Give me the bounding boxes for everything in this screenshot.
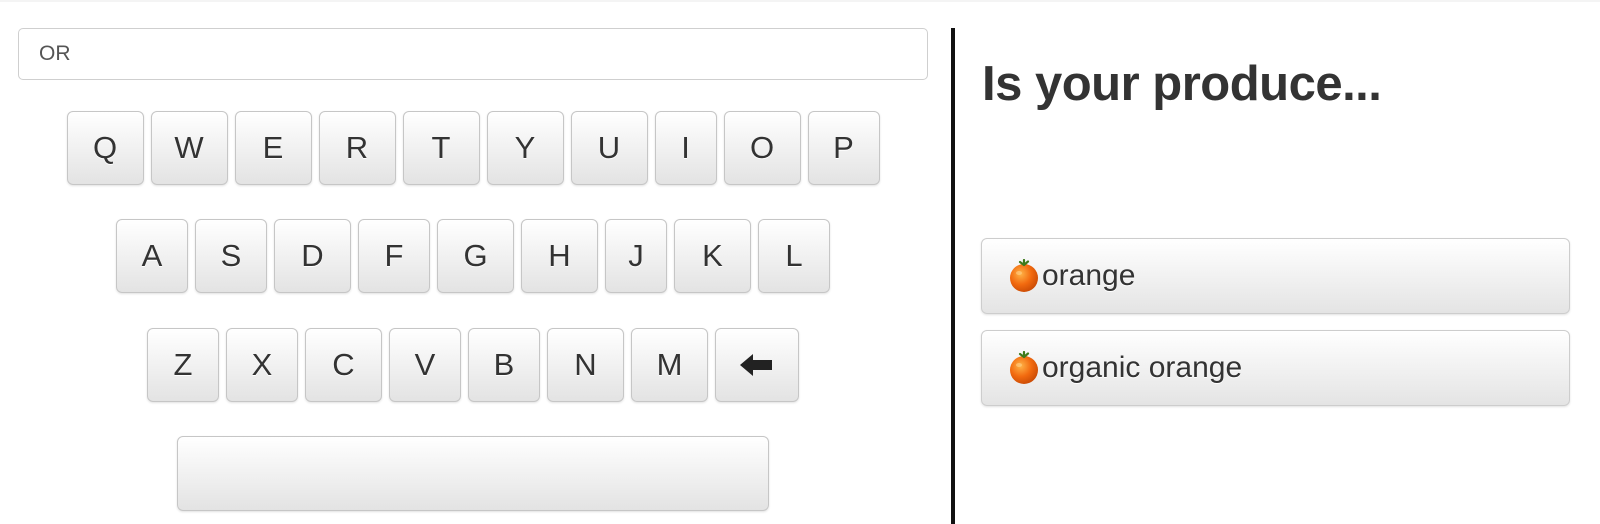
key-w[interactable]: W — [150, 111, 228, 185]
key-d[interactable]: D — [274, 219, 351, 293]
keyboard-row-1: Q W E R T Y U I O P — [18, 111, 928, 185]
key-l[interactable]: L — [758, 219, 830, 293]
key-e[interactable]: E — [234, 111, 312, 185]
result-label: orange — [1042, 259, 1136, 292]
result-label: organic orange — [1042, 351, 1243, 384]
keyboard-panel: Q W E R T Y U I O P A S D F G H J K L Z … — [0, 0, 950, 524]
key-n[interactable]: N — [547, 328, 624, 402]
orange-fruit-icon — [1010, 259, 1038, 292]
key-a[interactable]: A — [116, 219, 188, 293]
space-key[interactable] — [177, 436, 769, 511]
orange-fruit-icon — [1010, 351, 1038, 384]
key-t[interactable]: T — [402, 111, 480, 185]
key-u[interactable]: U — [570, 111, 648, 185]
key-q[interactable]: Q — [66, 111, 144, 185]
keyboard-row-2: A S D F G H J K L — [18, 219, 928, 293]
key-o[interactable]: O — [723, 111, 801, 185]
key-i[interactable]: I — [654, 111, 717, 185]
key-v[interactable]: V — [389, 328, 461, 402]
key-r[interactable]: R — [318, 111, 396, 185]
keyboard-row-3: Z X C V B N M — [18, 328, 928, 402]
key-m[interactable]: M — [631, 328, 708, 402]
key-k[interactable]: K — [674, 219, 751, 293]
key-g[interactable]: G — [437, 219, 514, 293]
key-h[interactable]: H — [521, 219, 598, 293]
backspace-key[interactable] — [715, 328, 799, 402]
key-y[interactable]: Y — [486, 111, 564, 185]
results-panel: Is your produce... orange organic orange — [956, 0, 1600, 524]
result-organic-orange-button[interactable]: organic orange — [981, 330, 1570, 406]
key-c[interactable]: C — [305, 328, 382, 402]
key-s[interactable]: S — [195, 219, 267, 293]
key-j[interactable]: J — [605, 219, 667, 293]
key-p[interactable]: P — [807, 111, 880, 185]
key-z[interactable]: Z — [147, 328, 219, 402]
left-arrow-icon — [740, 354, 772, 376]
produce-prompt-heading: Is your produce... — [982, 57, 1382, 111]
key-b[interactable]: B — [468, 328, 540, 402]
key-f[interactable]: F — [358, 219, 430, 293]
result-orange-button[interactable]: orange — [981, 238, 1570, 314]
search-input[interactable] — [18, 28, 928, 80]
panel-divider — [951, 28, 955, 524]
key-x[interactable]: X — [226, 328, 298, 402]
